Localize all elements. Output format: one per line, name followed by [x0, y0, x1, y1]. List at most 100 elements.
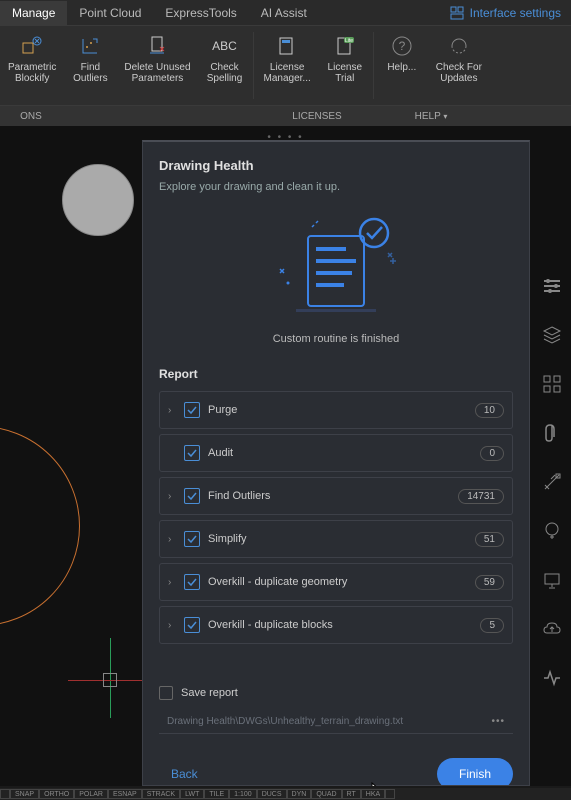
- report-checkbox[interactable]: [184, 531, 200, 547]
- report-item-count: 59: [475, 575, 504, 590]
- check-spelling-icon: ABC: [212, 32, 237, 60]
- sidetool-settings-icon[interactable]: [542, 276, 562, 301]
- help-icon: ?: [391, 32, 413, 60]
- save-report-checkbox[interactable]: [159, 686, 173, 700]
- report-row-overkill-duplicate-geometry[interactable]: ›Overkill - duplicate geometry59: [159, 563, 513, 601]
- drawing-canvas[interactable]: • • • • Drawing Health Explore your draw…: [0, 126, 571, 786]
- sidetool-layers-icon[interactable]: [542, 325, 562, 350]
- report-item-count: 5: [480, 618, 504, 633]
- canvas-arc-entity: [0, 426, 80, 626]
- report-checkbox[interactable]: [184, 617, 200, 633]
- check-updates-icon: [448, 32, 470, 60]
- report-item-name: Overkill - duplicate geometry: [208, 576, 475, 588]
- sidetool-activity-icon[interactable]: [542, 668, 562, 693]
- svg-text:Lite: Lite: [345, 38, 353, 44]
- settings-grid-icon: [450, 6, 464, 20]
- report-item-count: 14731: [458, 489, 504, 504]
- status-seg[interactable]: TILE: [204, 789, 229, 799]
- report-checkbox[interactable]: [184, 574, 200, 590]
- status-seg[interactable]: QUAD: [311, 789, 341, 799]
- status-seg[interactable]: POLAR: [74, 789, 108, 799]
- report-item-name: Find Outliers: [208, 490, 458, 502]
- menubar: Manage Point Cloud ExpressTools AI Assis…: [0, 0, 571, 26]
- report-path-row: Drawing Health\DWGs\Unhealthy_terrain_dr…: [159, 710, 513, 734]
- group-help: HELP ▾: [376, 108, 486, 125]
- right-side-toolbar: [533, 256, 571, 693]
- ribbon-delete-unused[interactable]: Delete Unused Parameters: [116, 26, 198, 105]
- ribbon-parametric-blockify[interactable]: Parametric Blockify: [0, 26, 64, 105]
- panel-subtitle: Explore your drawing and clean it up.: [159, 181, 513, 193]
- tab-ai-assist[interactable]: AI Assist: [249, 1, 319, 25]
- status-seg[interactable]: ORTHO: [39, 789, 74, 799]
- finish-button[interactable]: Finish: [437, 758, 513, 786]
- statusbar: SNAPORTHOPOLARESNAPSTRACKLWTTILE1:100DUC…: [0, 788, 571, 800]
- status-seg[interactable]: SNAP: [10, 789, 39, 799]
- report-row-overkill-duplicate-blocks[interactable]: › Overkill - duplicate blocks5: [159, 606, 513, 644]
- sidetool-present-icon[interactable]: [542, 570, 562, 595]
- group-licenses: LICENSES: [258, 108, 376, 125]
- license-trial-icon: Lite: [334, 32, 356, 60]
- save-report-label: Save report: [181, 687, 238, 699]
- svg-text:?: ?: [398, 39, 405, 53]
- ribbon-help[interactable]: ? Help...: [376, 26, 428, 105]
- interface-settings-label: Interface settings: [470, 6, 561, 20]
- chevron-right-icon: ›: [168, 620, 182, 631]
- save-report-row[interactable]: Save report: [159, 686, 513, 700]
- status-seg[interactable]: STRACK: [142, 789, 180, 799]
- sidetool-measure-icon[interactable]: [542, 472, 562, 497]
- status-seg[interactable]: 1:100: [229, 789, 257, 799]
- report-item-name: Audit: [208, 447, 480, 459]
- report-item-count: 10: [475, 403, 504, 418]
- status-seg[interactable]: DYN: [287, 789, 312, 799]
- panel-status: Custom routine is finished: [159, 333, 513, 345]
- interface-settings-link[interactable]: Interface settings: [440, 6, 571, 20]
- ribbon-license-manager[interactable]: License Manager...: [256, 26, 319, 105]
- chevron-right-icon: ›: [168, 534, 182, 545]
- panel-title: Drawing Health: [159, 158, 513, 173]
- sidetool-attach-icon[interactable]: [542, 423, 562, 448]
- report-row-find-outliers[interactable]: ›Find Outliers14731: [159, 477, 513, 515]
- find-outliers-icon: [79, 32, 101, 60]
- chevron-right-icon: ›: [168, 405, 182, 416]
- ribbon-find-outliers[interactable]: Find Outliers: [64, 26, 116, 105]
- report-item-count: 0: [480, 446, 504, 461]
- status-seg[interactable]: HKA: [361, 789, 385, 799]
- report-checkbox[interactable]: [184, 488, 200, 504]
- status-seg[interactable]: ESNAP: [108, 789, 142, 799]
- status-seg[interactable]: [385, 789, 395, 799]
- license-manager-icon: [276, 32, 298, 60]
- report-item-name: Simplify: [208, 533, 475, 545]
- sidetool-balloon-icon[interactable]: [542, 521, 562, 546]
- report-checkbox[interactable]: [184, 445, 200, 461]
- report-item-count: 51: [475, 532, 504, 547]
- tab-manage[interactable]: Manage: [0, 1, 67, 25]
- back-button[interactable]: Back: [159, 759, 210, 786]
- ribbon-check-spelling[interactable]: ABC Check Spelling: [199, 26, 251, 105]
- tab-expresstools[interactable]: ExpressTools: [153, 1, 248, 25]
- status-seg[interactable]: DUCS: [257, 789, 287, 799]
- report-path: Drawing Health\DWGs\Unhealthy_terrain_dr…: [167, 716, 483, 727]
- ribbon-license-trial[interactable]: Lite License Trial: [319, 26, 371, 105]
- sidetool-cloud-icon[interactable]: [542, 619, 562, 644]
- cursor-pickbox: [103, 673, 117, 687]
- report-item-name: Purge: [208, 404, 475, 416]
- status-seg[interactable]: [0, 789, 10, 799]
- sidetool-grid-icon[interactable]: [542, 374, 562, 399]
- browse-path-button[interactable]: •••: [491, 716, 505, 727]
- delete-unused-icon: [146, 32, 168, 60]
- status-seg[interactable]: RT: [342, 789, 361, 799]
- tab-point-cloud[interactable]: Point Cloud: [67, 1, 153, 25]
- report-row-audit[interactable]: Audit0: [159, 434, 513, 472]
- ribbon-check-updates[interactable]: Check For Updates: [428, 26, 490, 105]
- ribbon-group-labels: ONS LICENSES HELP ▾: [0, 106, 571, 126]
- report-item-name: Overkill - duplicate blocks: [208, 619, 480, 631]
- report-checkbox[interactable]: [184, 402, 200, 418]
- ribbon: Parametric Blockify Find Outliers Delete…: [0, 26, 571, 106]
- parametric-blockify-icon: [21, 32, 43, 60]
- report-row-simplify[interactable]: › Simplify51: [159, 520, 513, 558]
- report-section-title: Report: [159, 367, 513, 381]
- panel-illustration: [159, 211, 513, 321]
- status-seg[interactable]: LWT: [180, 789, 204, 799]
- report-row-purge[interactable]: › Purge10: [159, 391, 513, 429]
- drawing-health-panel: Drawing Health Explore your drawing and …: [142, 140, 530, 786]
